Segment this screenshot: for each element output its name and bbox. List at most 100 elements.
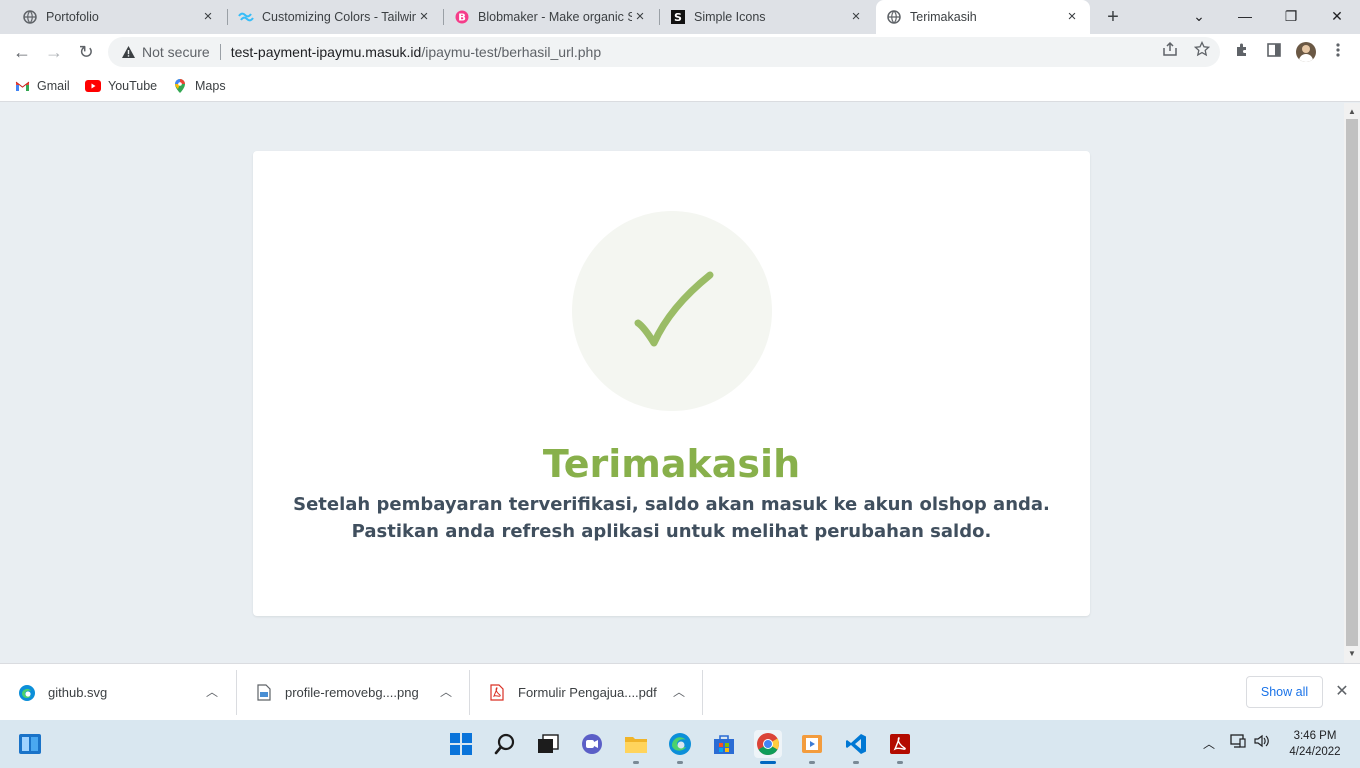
store-icon[interactable] bbox=[710, 730, 738, 758]
tab-title: Simple Icons bbox=[694, 10, 766, 24]
close-tab-icon[interactable]: × bbox=[632, 9, 648, 25]
page-viewport: Terimakasih Setelah pembayaran terverifi… bbox=[0, 103, 1344, 663]
extensions-icon[interactable] bbox=[1232, 42, 1252, 62]
bookmark-gmail[interactable]: Gmail bbox=[14, 76, 70, 96]
restore-button[interactable]: ❐ bbox=[1268, 0, 1314, 34]
tab-title: Portofolio bbox=[46, 10, 99, 24]
svg-text:S: S bbox=[674, 11, 682, 24]
omnibox-divider bbox=[219, 44, 221, 60]
windows-taskbar: ︿ 3:46 PM 4/24/2022 bbox=[0, 720, 1360, 768]
close-tab-icon[interactable]: × bbox=[416, 9, 432, 25]
scrollbar-thumb[interactable] bbox=[1346, 119, 1358, 646]
bookmark-label: Maps bbox=[195, 79, 226, 93]
security-label[interactable]: Not secure bbox=[142, 44, 210, 60]
globe-icon bbox=[886, 9, 902, 25]
chat-icon[interactable] bbox=[578, 730, 606, 758]
share-icon[interactable] bbox=[1160, 41, 1180, 61]
download-filename: github.svg bbox=[48, 685, 108, 700]
gmail-icon bbox=[14, 78, 30, 94]
download-item[interactable]: Formulir Pengajua....pdf ︿ bbox=[470, 664, 702, 721]
system-clock[interactable]: 3:46 PM 4/24/2022 bbox=[1284, 728, 1346, 760]
chevron-up-icon[interactable]: ︿ bbox=[436, 682, 456, 702]
url-text[interactable]: test-payment-ipaymu.masuk.id/ipaymu-test… bbox=[231, 44, 601, 60]
page-title: Terimakasih bbox=[542, 442, 801, 486]
download-item[interactable]: profile-removebg....png ︿ bbox=[237, 664, 469, 721]
close-tab-icon[interactable]: × bbox=[200, 9, 216, 25]
download-filename: profile-removebg....png bbox=[285, 685, 419, 700]
youtube-icon bbox=[85, 78, 101, 94]
tab-search-button[interactable]: ⌄ bbox=[1176, 0, 1222, 34]
bookmark-maps[interactable]: Maps bbox=[172, 76, 226, 96]
volume-icon[interactable] bbox=[1252, 734, 1272, 754]
acrobat-icon[interactable] bbox=[886, 730, 914, 758]
start-icon[interactable] bbox=[447, 730, 475, 758]
close-tab-icon[interactable]: × bbox=[848, 9, 864, 25]
maps-icon bbox=[172, 78, 188, 94]
side-panel-icon[interactable] bbox=[1264, 42, 1284, 62]
chrome-icon[interactable] bbox=[754, 730, 782, 758]
page-scrollbar[interactable]: ▲ ▼ bbox=[1344, 103, 1360, 663]
show-all-downloads-button[interactable]: Show all bbox=[1246, 676, 1323, 708]
url-host: test-payment-ipaymu.masuk.id bbox=[230, 44, 422, 60]
confirmation-message-line-1: Setelah pembayaran terverifikasi, saldo … bbox=[293, 494, 1050, 515]
tab-tailwind[interactable]: Customizing Colors - Tailwind CSS × bbox=[228, 0, 442, 34]
chevron-up-icon[interactable]: ︿ bbox=[669, 682, 689, 702]
media-player-icon[interactable] bbox=[798, 730, 826, 758]
checkmark-icon bbox=[634, 271, 714, 347]
running-indicator bbox=[809, 761, 815, 764]
address-bar[interactable]: Not secure test-payment-ipaymu.masuk.id/… bbox=[108, 37, 1220, 67]
download-item[interactable]: github.svg ︿ bbox=[0, 664, 236, 721]
chevron-up-icon[interactable]: ︿ bbox=[202, 682, 222, 702]
network-icon[interactable] bbox=[1228, 734, 1248, 754]
confirmation-message-line-2: Pastikan anda refresh aplikasi untuk mel… bbox=[351, 521, 992, 542]
success-card: Terimakasih Setelah pembayaran terverifi… bbox=[253, 151, 1090, 616]
pdf-file-icon bbox=[488, 684, 506, 702]
tab-terimakasih[interactable]: Terimakasih × bbox=[876, 0, 1090, 34]
bookmark-label: Gmail bbox=[37, 79, 70, 93]
blobmaker-icon: B bbox=[454, 9, 470, 25]
tab-strip: Portofolio × Customizing Colors - Tailwi… bbox=[0, 0, 1360, 34]
bookmark-youtube[interactable]: YouTube bbox=[85, 76, 157, 96]
forward-button[interactable]: → bbox=[40, 38, 68, 66]
menu-kebab-icon[interactable] bbox=[1328, 42, 1348, 62]
profile-avatar[interactable] bbox=[1296, 42, 1316, 62]
tab-title: Terimakasih bbox=[910, 10, 977, 24]
file-explorer-icon[interactable] bbox=[622, 730, 650, 758]
tab-blobmaker[interactable]: B Blobmaker - Make organic SVG shapes × bbox=[444, 0, 658, 34]
close-shelf-icon[interactable]: ✕ bbox=[1332, 682, 1352, 702]
tailwind-icon bbox=[238, 9, 254, 25]
download-shelf: github.svg ︿ profile-removebg....png ︿ F… bbox=[0, 663, 1360, 720]
close-tab-icon[interactable]: × bbox=[1064, 9, 1080, 25]
close-window-button[interactable]: ✕ bbox=[1314, 0, 1360, 34]
new-tab-button[interactable]: + bbox=[1100, 5, 1126, 29]
edge-icon[interactable] bbox=[666, 730, 694, 758]
tab-title: Customizing Colors - Tailwind CSS bbox=[262, 10, 416, 24]
minimize-button[interactable]: — bbox=[1222, 0, 1268, 34]
tab-title: Blobmaker - Make organic SVG shapes bbox=[478, 10, 632, 24]
browser-toolbar: ← → ↻ Not secure test-payment-ipaymu.mas… bbox=[0, 34, 1360, 70]
scroll-down-arrow-icon[interactable]: ▼ bbox=[1344, 647, 1360, 661]
warning-icon[interactable] bbox=[120, 44, 136, 60]
success-circle bbox=[572, 211, 772, 411]
reload-button[interactable]: ↻ bbox=[72, 38, 100, 66]
clock-time: 3:46 PM bbox=[1293, 730, 1337, 742]
widgets-icon[interactable] bbox=[16, 730, 44, 758]
running-indicator bbox=[853, 761, 859, 764]
bookmark-label: YouTube bbox=[108, 79, 158, 93]
download-divider bbox=[702, 670, 703, 715]
running-indicator bbox=[897, 761, 903, 764]
running-indicator bbox=[633, 761, 639, 764]
search-icon[interactable] bbox=[491, 730, 519, 758]
globe-icon bbox=[22, 9, 38, 25]
tab-portofolio[interactable]: Portofolio × bbox=[12, 0, 226, 34]
vscode-icon[interactable] bbox=[842, 730, 870, 758]
back-button[interactable]: ← bbox=[8, 38, 36, 66]
svg-text:B: B bbox=[458, 13, 466, 24]
running-indicator bbox=[677, 761, 683, 764]
chevron-up-icon[interactable]: ︿ bbox=[1200, 734, 1218, 754]
task-view-icon[interactable] bbox=[534, 730, 562, 758]
tab-simple-icons[interactable]: S Simple Icons × bbox=[660, 0, 874, 34]
bookmark-star-icon[interactable] bbox=[1192, 40, 1212, 61]
simpleicons-icon: S bbox=[670, 9, 686, 25]
scroll-up-arrow-icon[interactable]: ▲ bbox=[1344, 105, 1360, 119]
